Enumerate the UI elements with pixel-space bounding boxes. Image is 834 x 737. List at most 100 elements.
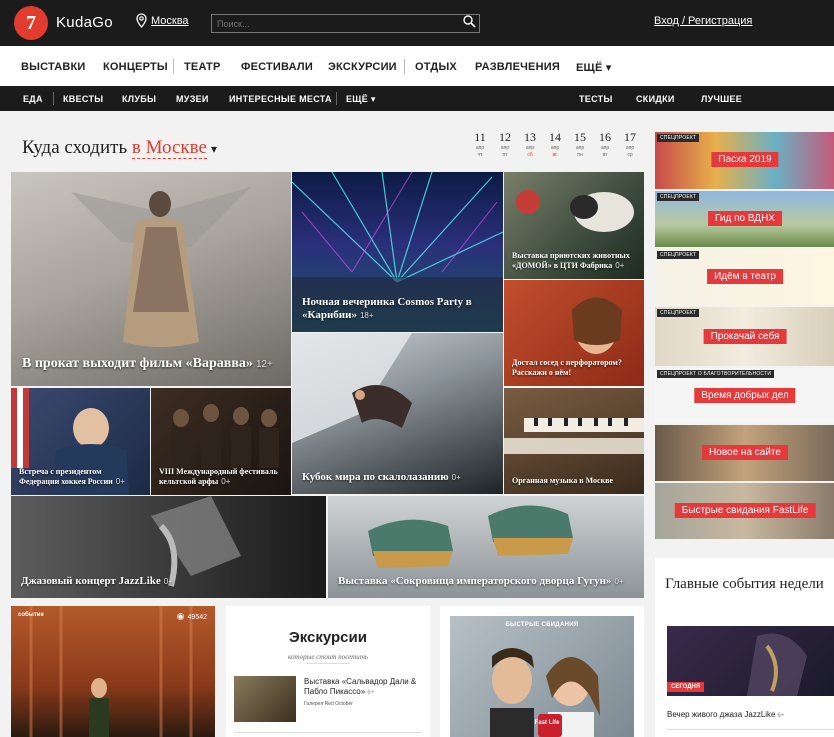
fast-dating-tag: БЫСТРЫЕ СВИДАНИЯ	[505, 622, 579, 628]
date-picker: 11 апр чт 12 апр пт 13 апр сб 14 апр вс 15 апр пн …	[470, 130, 640, 166]
main-week-card: Главные события недели СЕГОДНЯ Вечер жив…	[655, 558, 834, 737]
date-item[interactable]: 12 апр пт	[495, 130, 515, 159]
promo-tag: СПЕЦПРОЕКТ	[657, 134, 700, 142]
date-item[interactable]: 15 апр пн	[570, 130, 590, 159]
nav-item-entertainment[interactable]: РАЗВЛЕЧЕНИЯ	[475, 61, 560, 73]
event-tile-animals[interactable]: Выставка приютских животных «ДОМОЙ» в ЦТ…	[504, 172, 644, 279]
nav-item-festivals[interactable]: ФЕСТИВАЛИ	[241, 61, 313, 73]
subnav-item-discounts[interactable]: СКИДКИ	[636, 94, 675, 104]
tile-caption: Встреча с президентом Федерации хоккея Р…	[19, 467, 125, 486]
nav-item-concerts[interactable]: КОНЦЕРТЫ	[103, 61, 168, 73]
event-tile-harp[interactable]: VIII Международный фестиваль кельтской а…	[151, 388, 291, 495]
tile-caption: Выставка «Сокровища императорского дворц…	[338, 575, 624, 587]
nav-item-exhibitions[interactable]: ВЫСТАВКИ	[21, 61, 86, 73]
fast-dating-card[interactable]: БЫСТРЫЕ СВИДАНИЯ Fast Life	[440, 606, 644, 737]
search-input[interactable]	[211, 14, 480, 33]
tile-caption: Кубок мира по скалолазанию 0+	[302, 471, 461, 483]
tile-caption: Джазовый концерт JazzLike 0+	[21, 575, 173, 587]
page-title-prefix: Куда сходить	[22, 137, 128, 158]
promo-easter[interactable]: СПЕЦПРОЕКТ Пасха 2019	[655, 132, 834, 189]
main-week-title: Главные события недели	[665, 576, 824, 592]
promo-label: Прокачай себя	[703, 329, 787, 344]
search-icon[interactable]	[463, 15, 477, 31]
subnav-item-food[interactable]: ЕДА	[23, 94, 43, 104]
promo-tag: СПЕЦПРОЕКТ	[657, 309, 700, 317]
tile-caption: В прокат выходит фильм «Варавва» 12+	[22, 356, 273, 371]
promo-vdnh[interactable]: СПЕЦПРОЕКТ Гид по ВДНХ	[655, 191, 834, 247]
promo-good-deeds[interactable]: СПЕЦПРОЕКТ О БЛАГОТВОРИТЕЛЬНОСТИ Время д…	[655, 368, 834, 423]
city-selector[interactable]: Москва	[151, 15, 189, 27]
tile-caption: Органная музыка в Москве	[512, 476, 614, 485]
excursion-title[interactable]: Выставка «Сальвадор Дали & Пабло Пикассо…	[304, 677, 424, 698]
event-tile-climbing[interactable]: Кубок мира по скалолазанию 0+	[292, 333, 503, 494]
event-tile-jazz[interactable]: Джазовый концерт JazzLike 0+	[11, 496, 326, 598]
promo-label: Время добрых дел	[694, 388, 796, 403]
week-event-title[interactable]: Вечер живого джаза JazzLike 6+	[667, 710, 784, 719]
promo-label: Гид по ВДНХ	[708, 211, 782, 226]
event-card-image	[29, 606, 193, 737]
excursion-thumbnail[interactable]	[234, 676, 296, 722]
divider	[306, 663, 350, 664]
promo-tag: СПЕЦПРОЕКТ	[657, 193, 700, 201]
top-bar: 7 KudaGo Москва Вход / Регистрация	[0, 0, 834, 46]
excursion-place: Галерея Red October	[304, 701, 353, 707]
views-counter: ◉ 49542	[176, 611, 207, 621]
chevron-down-icon[interactable]: ▾	[211, 142, 217, 156]
promo-fastlife[interactable]: Быстрые свидания FastLife	[655, 483, 834, 539]
tile-caption: Достал сосед с перфоратором? Расскажи о …	[512, 358, 622, 377]
date-item[interactable]: 11 апр чт	[470, 130, 490, 159]
nav-item-more[interactable]: ЕЩЁ ▾	[576, 61, 611, 74]
promo-label: Идём в театр	[707, 269, 783, 284]
subnav-item-places[interactable]: ИНТЕРЕСНЫЕ МЕСТА	[229, 94, 332, 104]
subnav-item-more[interactable]: ЕЩЁ ▾	[346, 94, 376, 105]
logo-icon[interactable]: 7	[14, 6, 48, 40]
divider	[667, 729, 834, 730]
date-item[interactable]: 13 апр сб	[520, 130, 540, 159]
nav-item-excursions[interactable]: ЭКСКУРСИИ	[328, 61, 397, 73]
event-tile-organ[interactable]: Органная музыка в Москве	[504, 388, 644, 494]
event-tile-varavva[interactable]: В прокат выходит фильм «Варавва» 12+	[11, 172, 291, 386]
event-tile-gugun[interactable]: Выставка «Сокровища императорского дворц…	[328, 496, 644, 598]
event-card[interactable]: событие ◉ 49542	[11, 606, 215, 737]
nav-separator	[173, 59, 174, 74]
event-tile-neighbour[interactable]: Достал сосед с перфоратором? Расскажи о …	[504, 280, 644, 386]
divider	[234, 732, 422, 733]
event-tile-cosmos[interactable]: Ночная вечеринка Cosmos Party в «Карибии…	[292, 172, 503, 332]
nav-item-theatre[interactable]: ТЕАТР	[184, 61, 221, 73]
promo-new-on-site[interactable]: Новое на сайте	[655, 425, 834, 481]
tile-caption: VIII Международный фестиваль кельтской а…	[159, 467, 278, 486]
main-nav: ВЫСТАВКИ КОНЦЕРТЫ ТЕАТР ФЕСТИВАЛИ ЭКСКУР…	[0, 46, 834, 86]
promo-tag: СПЕЦПРОЕКТ О БЛАГОТВОРИТЕЛЬНОСТИ	[657, 370, 775, 378]
promo-label: Новое на сайте	[702, 445, 788, 460]
promo-label: Быстрые свидания FastLife	[674, 503, 816, 518]
eye-icon: ◉	[176, 611, 185, 621]
excursions-subtitle: которые стоит посетить	[288, 653, 368, 661]
subnav-separator	[53, 92, 54, 105]
fast-life-badge: Fast Life	[534, 720, 560, 726]
event-tile-hockey[interactable]: Встреча с президентом Федерации хоккея Р…	[11, 388, 150, 495]
nav-item-rest[interactable]: ОТДЫХ	[415, 61, 457, 73]
promo-theatre[interactable]: СПЕЦПРОЕКТ Идём в театр	[655, 249, 834, 305]
tile-image	[71, 187, 251, 347]
today-badge: СЕГОДНЯ	[667, 682, 705, 692]
sub-nav: ЕДА КВЕСТЫ КЛУБЫ МУЗЕИ ИНТЕРЕСНЫЕ МЕСТА …	[0, 86, 834, 111]
page-title-city[interactable]: в Москве	[131, 137, 207, 159]
logo-text[interactable]: KudaGo	[56, 14, 113, 31]
date-item[interactable]: 14 апр вс	[545, 130, 565, 159]
promo-pump-yourself[interactable]: СПЕЦПРОЕКТ Прокачай себя	[655, 307, 834, 366]
tile-caption: Ночная вечеринка Cosmos Party в «Карибии…	[302, 296, 472, 321]
page-title: Куда сходить в Москве ▾	[22, 137, 217, 159]
excursions-title[interactable]: Экскурсии	[226, 629, 430, 646]
subnav-item-tests[interactable]: ТЕСТЫ	[579, 94, 613, 104]
login-link[interactable]: Вход / Регистрация	[654, 15, 752, 27]
fast-dating-image: БЫСТРЫЕ СВИДАНИЯ Fast Life	[450, 616, 634, 737]
date-item[interactable]: 16 апр вт	[595, 130, 615, 159]
date-item[interactable]: 17 апр ср	[620, 130, 640, 159]
tile-caption: Выставка приютских животных «ДОМОЙ» в ЦТ…	[512, 251, 630, 270]
subnav-item-clubs[interactable]: КЛУБЫ	[122, 94, 156, 104]
subnav-item-best[interactable]: ЛУЧШЕЕ	[701, 94, 742, 104]
subnav-item-quests[interactable]: КВЕСТЫ	[63, 94, 103, 104]
subnav-item-museums[interactable]: МУЗЕИ	[176, 94, 209, 104]
tile-image	[292, 333, 412, 443]
promo-label: Пасха 2019	[711, 152, 779, 167]
